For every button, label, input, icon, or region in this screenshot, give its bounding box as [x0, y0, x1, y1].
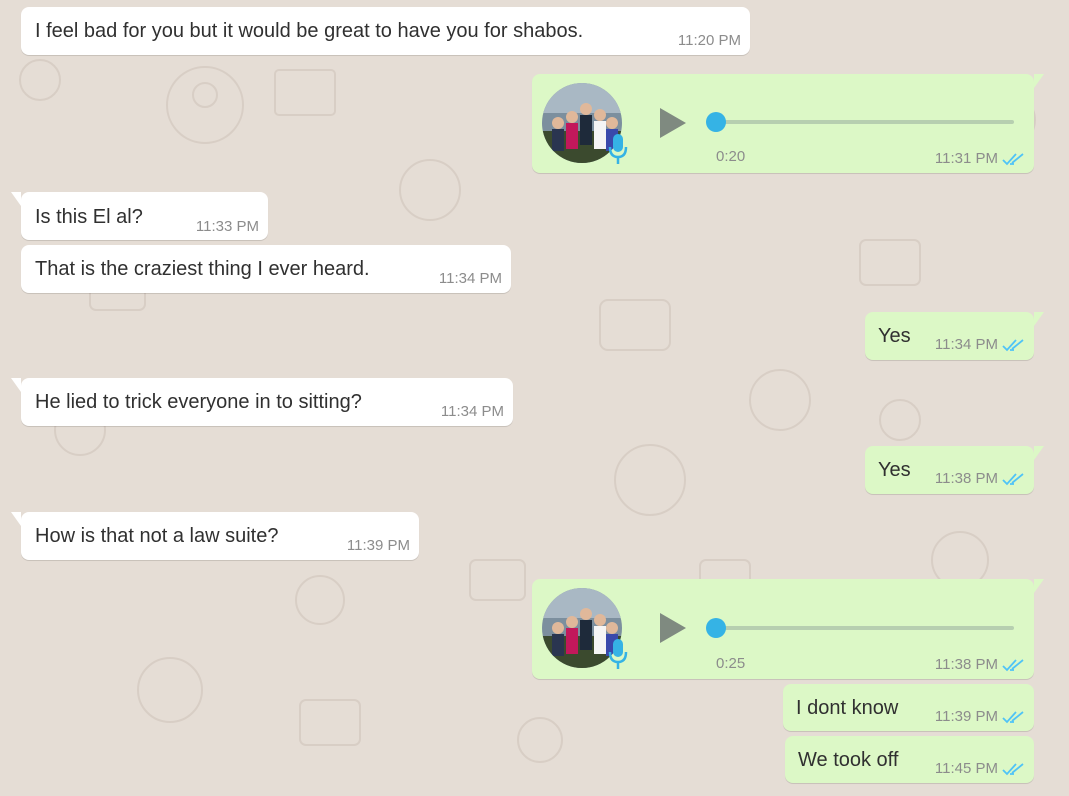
message-timestamp: 11:39 PM [934, 708, 998, 725]
audio-progress-track[interactable] [706, 112, 1014, 132]
play-icon[interactable] [658, 611, 688, 645]
message-outgoing[interactable]: I dont know 11:39 PM [783, 684, 1034, 731]
message-timestamp: 11:38 PM [934, 470, 998, 487]
message-incoming[interactable]: Is this El al? 11:33 PM [11, 192, 268, 240]
bubble-tail [11, 512, 21, 526]
message-timestamp: 11:34 PM [438, 270, 502, 287]
message-incoming[interactable]: How is that not a law suite? 11:39 PM [11, 512, 419, 560]
message-text: I feel bad for you but it would be great… [35, 20, 584, 42]
bubble-tail [1034, 579, 1044, 593]
message-meta: 11:39 PM [935, 708, 1024, 725]
message-meta: 11:34 PM [935, 336, 1024, 353]
message-outgoing[interactable]: Yes 11:38 PM [865, 446, 1044, 494]
message-meta: 11:38 PM [935, 470, 1024, 487]
play-icon[interactable] [658, 106, 688, 140]
bubble-tail [11, 378, 21, 392]
double-check-icon [1002, 152, 1024, 165]
message-text: That is the craziest thing I ever heard. [35, 258, 370, 280]
message-outgoing[interactable]: Yes 11:34 PM [865, 312, 1044, 360]
message-text: He lied to trick everyone in to sitting? [35, 391, 362, 413]
double-check-icon [1002, 338, 1024, 351]
message-text: Yes [878, 459, 911, 481]
double-check-icon [1002, 658, 1024, 671]
message-meta: 11:31 PM [935, 150, 1024, 167]
voice-message-outgoing[interactable]: 0:20 11:31 PM [532, 74, 1044, 173]
audio-scrub-handle[interactable] [706, 112, 726, 132]
message-incoming[interactable]: I feel bad for you but it would be great… [21, 7, 750, 55]
microphone-icon [608, 639, 628, 669]
audio-progress-track[interactable] [706, 618, 1014, 638]
message-timestamp: 11:34 PM [934, 336, 998, 353]
voice-duration: 0:25 [716, 655, 746, 672]
bubble-tail [11, 192, 21, 206]
message-meta: 11:38 PM [935, 656, 1024, 673]
message-outgoing[interactable]: We took off 11:45 PM [785, 736, 1034, 783]
double-check-icon [1002, 710, 1024, 723]
message-text: Yes [878, 325, 911, 347]
voice-message-outgoing[interactable]: 0:25 11:38 PM [532, 579, 1044, 679]
message-timestamp: 11:45 PM [934, 760, 998, 777]
message-text: Is this El al? [35, 206, 143, 228]
message-incoming[interactable]: He lied to trick everyone in to sitting?… [11, 378, 513, 426]
message-timestamp: 11:38 PM [934, 656, 998, 673]
message-timestamp: 11:39 PM [346, 537, 410, 554]
message-meta: 11:45 PM [935, 760, 1024, 777]
double-check-icon [1002, 472, 1024, 485]
audio-scrub-handle[interactable] [706, 618, 726, 638]
message-timestamp: 11:20 PM [677, 32, 741, 49]
message-timestamp: 11:34 PM [440, 403, 504, 420]
message-text: We took off [798, 749, 899, 771]
voice-duration: 0:20 [716, 148, 746, 165]
double-check-icon [1002, 762, 1024, 775]
microphone-icon [608, 134, 628, 164]
message-incoming[interactable]: That is the craziest thing I ever heard.… [21, 245, 511, 293]
message-timestamp: 11:31 PM [934, 150, 998, 167]
bubble-tail [1034, 312, 1044, 326]
bubble-tail [1034, 74, 1044, 88]
message-timestamp: 11:33 PM [195, 218, 259, 235]
message-text: How is that not a law suite? [35, 525, 279, 547]
message-text: I dont know [796, 697, 899, 719]
bubble-tail [1034, 446, 1044, 460]
